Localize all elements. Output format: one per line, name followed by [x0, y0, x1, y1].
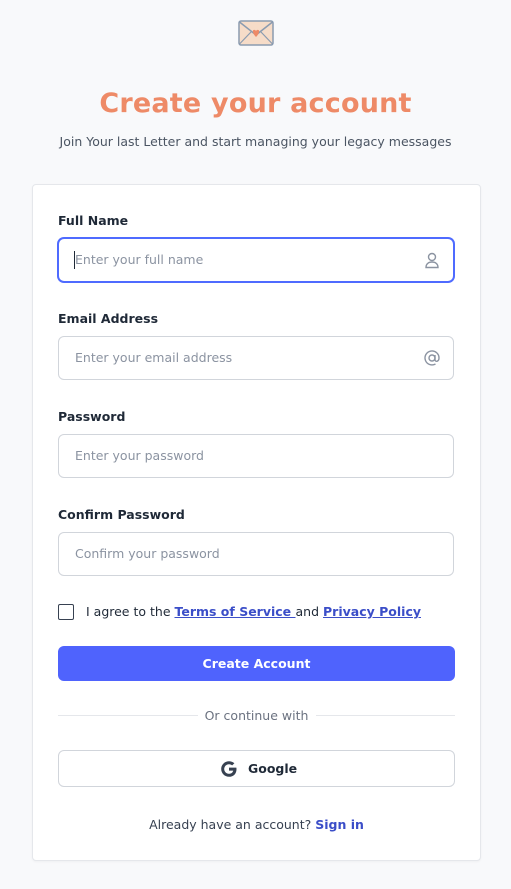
- full-name-placeholder: Enter your full name: [75, 252, 204, 267]
- password-field[interactable]: Enter your password: [58, 434, 454, 478]
- full-name-label: Full Name: [58, 213, 129, 228]
- confirm-password-label: Confirm Password: [58, 507, 185, 522]
- page-title: Create your account: [99, 88, 412, 119]
- google-label: Google: [248, 761, 298, 776]
- create-account-button[interactable]: Create Account: [58, 646, 455, 681]
- signin-prompt-row: Already have an account? Sign in: [33, 817, 480, 832]
- password-placeholder: Enter your password: [75, 448, 204, 463]
- at-sign-icon: [424, 350, 440, 366]
- divider-line-right: [316, 715, 455, 716]
- signin-prompt: Already have an account?: [149, 817, 312, 832]
- google-signin-button[interactable]: Google: [58, 750, 455, 787]
- agree-prefix: I agree to the: [86, 604, 175, 619]
- terms-checkbox[interactable]: [58, 604, 74, 620]
- terms-agreement: I agree to the Terms of Service and Priv…: [86, 604, 421, 619]
- confirm-password-placeholder: Confirm your password: [75, 546, 220, 561]
- full-name-field[interactable]: Enter your full name: [58, 238, 454, 282]
- confirm-password-field[interactable]: Confirm your password: [58, 532, 454, 576]
- page-subtitle: Join Your last Letter and start managing…: [59, 134, 452, 149]
- agree-middle: and: [295, 604, 324, 619]
- email-placeholder: Enter your email address: [75, 350, 233, 365]
- signup-card: Full Name Enter your full name Email Add…: [32, 184, 481, 861]
- user-icon: [425, 252, 439, 269]
- password-label: Password: [58, 409, 126, 424]
- sign-in-link[interactable]: Sign in: [315, 817, 364, 832]
- privacy-policy-link[interactable]: Privacy Policy: [323, 604, 421, 619]
- envelope-icon: [238, 20, 274, 46]
- email-label: Email Address: [58, 311, 159, 326]
- google-icon: [221, 761, 237, 777]
- signup-page: Create your account Join Your last Lette…: [0, 0, 511, 889]
- email-field[interactable]: Enter your email address: [58, 336, 454, 380]
- terms-of-service-link[interactable]: Terms of Service: [174, 604, 295, 619]
